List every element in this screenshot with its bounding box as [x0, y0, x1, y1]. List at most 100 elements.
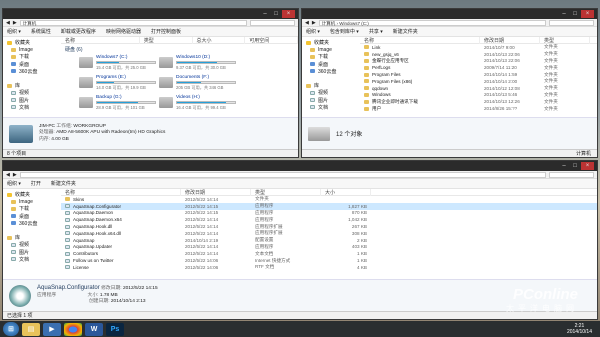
address-path[interactable] — [19, 171, 546, 178]
nav-item[interactable]: 文档 — [7, 256, 61, 263]
column-header[interactable]: 可用空间 — [245, 36, 298, 44]
table-row[interactable]: AquaSnap.Hook.x64.dll 2012/5/22 14:14 应用程序… — [61, 230, 597, 237]
table-row[interactable]: Program Files (x86) 2014/10/14 2:00 文件夹 — [360, 78, 597, 85]
column-header[interactable]: 总大小 — [193, 36, 246, 44]
address-path[interactable]: 计算机 › Windows7 (C:) — [318, 19, 546, 26]
column-header[interactable]: 名称 — [61, 36, 140, 44]
table-row[interactable]: AquaSnap.Daemon.x64 2012/5/22 14:14 应用程序 1,… — [61, 216, 597, 223]
drive-item[interactable]: Programs (E:) 14.0 GB 可用，共 19.9 GB — [79, 75, 159, 95]
nav-item[interactable]: 桌面 — [7, 61, 61, 68]
maximize-icon[interactable]: □ — [271, 10, 281, 18]
nav-item[interactable]: 图片 — [7, 97, 61, 104]
toolbar-button[interactable]: 卸载或更改程序 — [61, 28, 96, 35]
search-input[interactable] — [549, 19, 594, 26]
close-icon[interactable]: × — [581, 162, 594, 170]
table-row[interactable]: 腾讯企业即时通讯下载 2014/10/13 12:26 文件夹 — [360, 98, 597, 105]
nav-item[interactable]: Image — [7, 46, 61, 53]
nav-item[interactable]: 360云盘 — [7, 220, 61, 227]
toolbar-button[interactable]: 新建文件夹 — [393, 28, 418, 35]
search-input[interactable] — [250, 19, 295, 26]
column-header[interactable]: 修改日期 — [181, 188, 251, 196]
nav-item[interactable]: 库 — [7, 234, 61, 241]
table-row[interactable]: 用户 2014/8/26 15:?? 文件夹 — [360, 105, 597, 112]
explorer-taskbar-icon[interactable]: ▤ — [22, 322, 40, 336]
table-row[interactable]: Contributors 2012/5/22 14:14 文本文档 1 KB — [61, 250, 597, 257]
nav-item[interactable]: 图片 — [7, 249, 61, 256]
table-row[interactable]: Link 2014/10/7 9:00 文件夹 — [360, 44, 597, 51]
nav-item[interactable]: 下载 — [7, 205, 61, 212]
forward-arrow-icon[interactable]: ▶ — [312, 20, 316, 26]
nav-item[interactable]: 收藏夹 — [7, 191, 61, 198]
start-button-icon[interactable]: ⊞ — [3, 322, 19, 336]
table-row[interactable]: Skins 2012/5/22 14:14 文件夹 — [61, 196, 597, 203]
search-input[interactable] — [549, 171, 594, 178]
table-row[interactable]: Windows 2014/10/13 5:46 文件夹 — [360, 92, 597, 99]
maximize-icon[interactable]: □ — [570, 162, 580, 170]
address-path[interactable]: 计算机 — [19, 19, 247, 26]
nav-item[interactable]: 文档 — [306, 104, 360, 111]
nav-item[interactable]: 库 — [7, 82, 61, 89]
drive-item[interactable]: Documents (F:) 205 GB 可用，共 346 GB — [159, 75, 239, 95]
table-row[interactable]: PerfLogs 2009/7/14 11:20 文件夹 — [360, 64, 597, 71]
column-header[interactable]: 类型 — [140, 36, 193, 44]
drive-item[interactable]: Windows10 (D:) 9.37 GB 可用，共 30.0 GB — [159, 55, 239, 75]
table-row[interactable]: Follow us on Twitter 2012/5/22 14:06 Inter… — [61, 257, 597, 264]
forward-arrow-icon[interactable]: ▶ — [13, 20, 17, 26]
nav-item[interactable]: 下载 — [306, 53, 360, 60]
minimize-icon[interactable]: – — [559, 162, 569, 170]
back-arrow-icon[interactable]: ◀ — [6, 20, 10, 26]
table-row[interactable]: AquaSnap.Daemon 2012/5/22 14:15 应用程序 870 KB — [61, 210, 597, 217]
nav-item[interactable]: 360云盘 — [7, 68, 61, 75]
close-icon[interactable]: × — [581, 10, 594, 18]
back-arrow-icon[interactable]: ◀ — [6, 172, 10, 178]
toolbar-button[interactable]: 新建文件夹 — [51, 180, 76, 187]
column-header[interactable]: 类型 — [540, 36, 590, 44]
media-player-taskbar-icon[interactable]: ▶ — [43, 322, 61, 336]
toolbar-button[interactable]: 组织 ▾ — [306, 28, 320, 35]
nav-item[interactable]: 视频 — [7, 89, 61, 96]
chrome-taskbar-icon[interactable] — [64, 322, 82, 336]
toolbar-button[interactable]: 共享 ▾ — [369, 28, 383, 35]
nav-item[interactable]: 文档 — [7, 104, 61, 111]
drive-item[interactable]: Windows7 (C:) 15.4 GB 可用，共 25.0 GB — [79, 55, 159, 75]
nav-item[interactable]: 图片 — [306, 97, 360, 104]
column-header[interactable]: 大小 — [321, 188, 371, 196]
drive-item[interactable]: Videos (H:) 16.4 GB 可用，共 99.4 GB — [159, 95, 239, 115]
toolbar-button[interactable]: 系统属性 — [31, 28, 51, 35]
column-header[interactable]: 名称 — [61, 188, 181, 196]
table-row[interactable]: AquaSnap.Updater 2012/5/22 14:14 应用程序 403 K… — [61, 244, 597, 251]
table-row[interactable]: AquaSnap 2014/10/14 2:19 配置设置 2 KB — [61, 237, 597, 244]
title-bar[interactable]: – □ × — [3, 9, 298, 19]
table-row[interactable]: 金蝶行业应用专区 2014/10/13 22:06 文件夹 — [360, 58, 597, 65]
photoshop-taskbar-icon[interactable]: Ps — [106, 322, 124, 336]
title-bar[interactable]: – □ × — [302, 9, 597, 19]
table-row[interactable]: AquaSnap.Hook.dll 2012/5/22 14:14 应用程序扩展 26… — [61, 223, 597, 230]
toolbar-button[interactable]: 包含到库中 ▾ — [330, 28, 359, 35]
nav-item[interactable]: Image — [306, 46, 360, 53]
nav-item[interactable]: 视频 — [306, 89, 360, 96]
nav-item[interactable]: 桌面 — [306, 61, 360, 68]
toolbar-button[interactable]: 打开控制面板 — [151, 28, 181, 35]
system-clock[interactable]: 2:21 2014/10/14 — [567, 323, 592, 335]
table-row[interactable]: new_gsjq_v6 2014/10/13 22:06 文件夹 — [360, 51, 597, 58]
table-row[interactable]: Program Files 2014/10/14 1:59 文件夹 — [360, 71, 597, 78]
drive-item[interactable]: Backup (G:) 28.9 GB 可用，共 101 GB — [79, 95, 159, 115]
nav-item[interactable]: 桌面 — [7, 213, 61, 220]
toolbar-button[interactable]: 映射网络驱动器 — [106, 28, 141, 35]
nav-item[interactable]: 360云盘 — [306, 68, 360, 75]
word-taskbar-icon[interactable]: W — [85, 322, 103, 336]
nav-item[interactable]: 视频 — [7, 241, 61, 248]
toolbar-button[interactable]: 组织 ▾ — [7, 28, 21, 35]
table-row[interactable]: qqdown 2014/10/12 12:08 文件夹 — [360, 85, 597, 92]
toolbar-button[interactable]: 打开 — [31, 180, 41, 187]
minimize-icon[interactable]: – — [260, 10, 270, 18]
nav-item[interactable]: 下载 — [7, 53, 61, 60]
table-row[interactable]: AquaSnap.Configurator 2012/5/22 14:15 应用程序… — [61, 202, 597, 210]
nav-item[interactable]: Image — [7, 198, 61, 205]
maximize-icon[interactable]: □ — [570, 10, 580, 18]
nav-item[interactable]: 库 — [306, 82, 360, 89]
toolbar-button[interactable]: 组织 ▾ — [7, 180, 21, 187]
close-icon[interactable]: × — [282, 10, 295, 18]
table-row[interactable]: License 2012/5/22 14:06 RTF 文档 4 KB — [61, 264, 597, 271]
column-header[interactable]: 名称 — [360, 36, 480, 44]
